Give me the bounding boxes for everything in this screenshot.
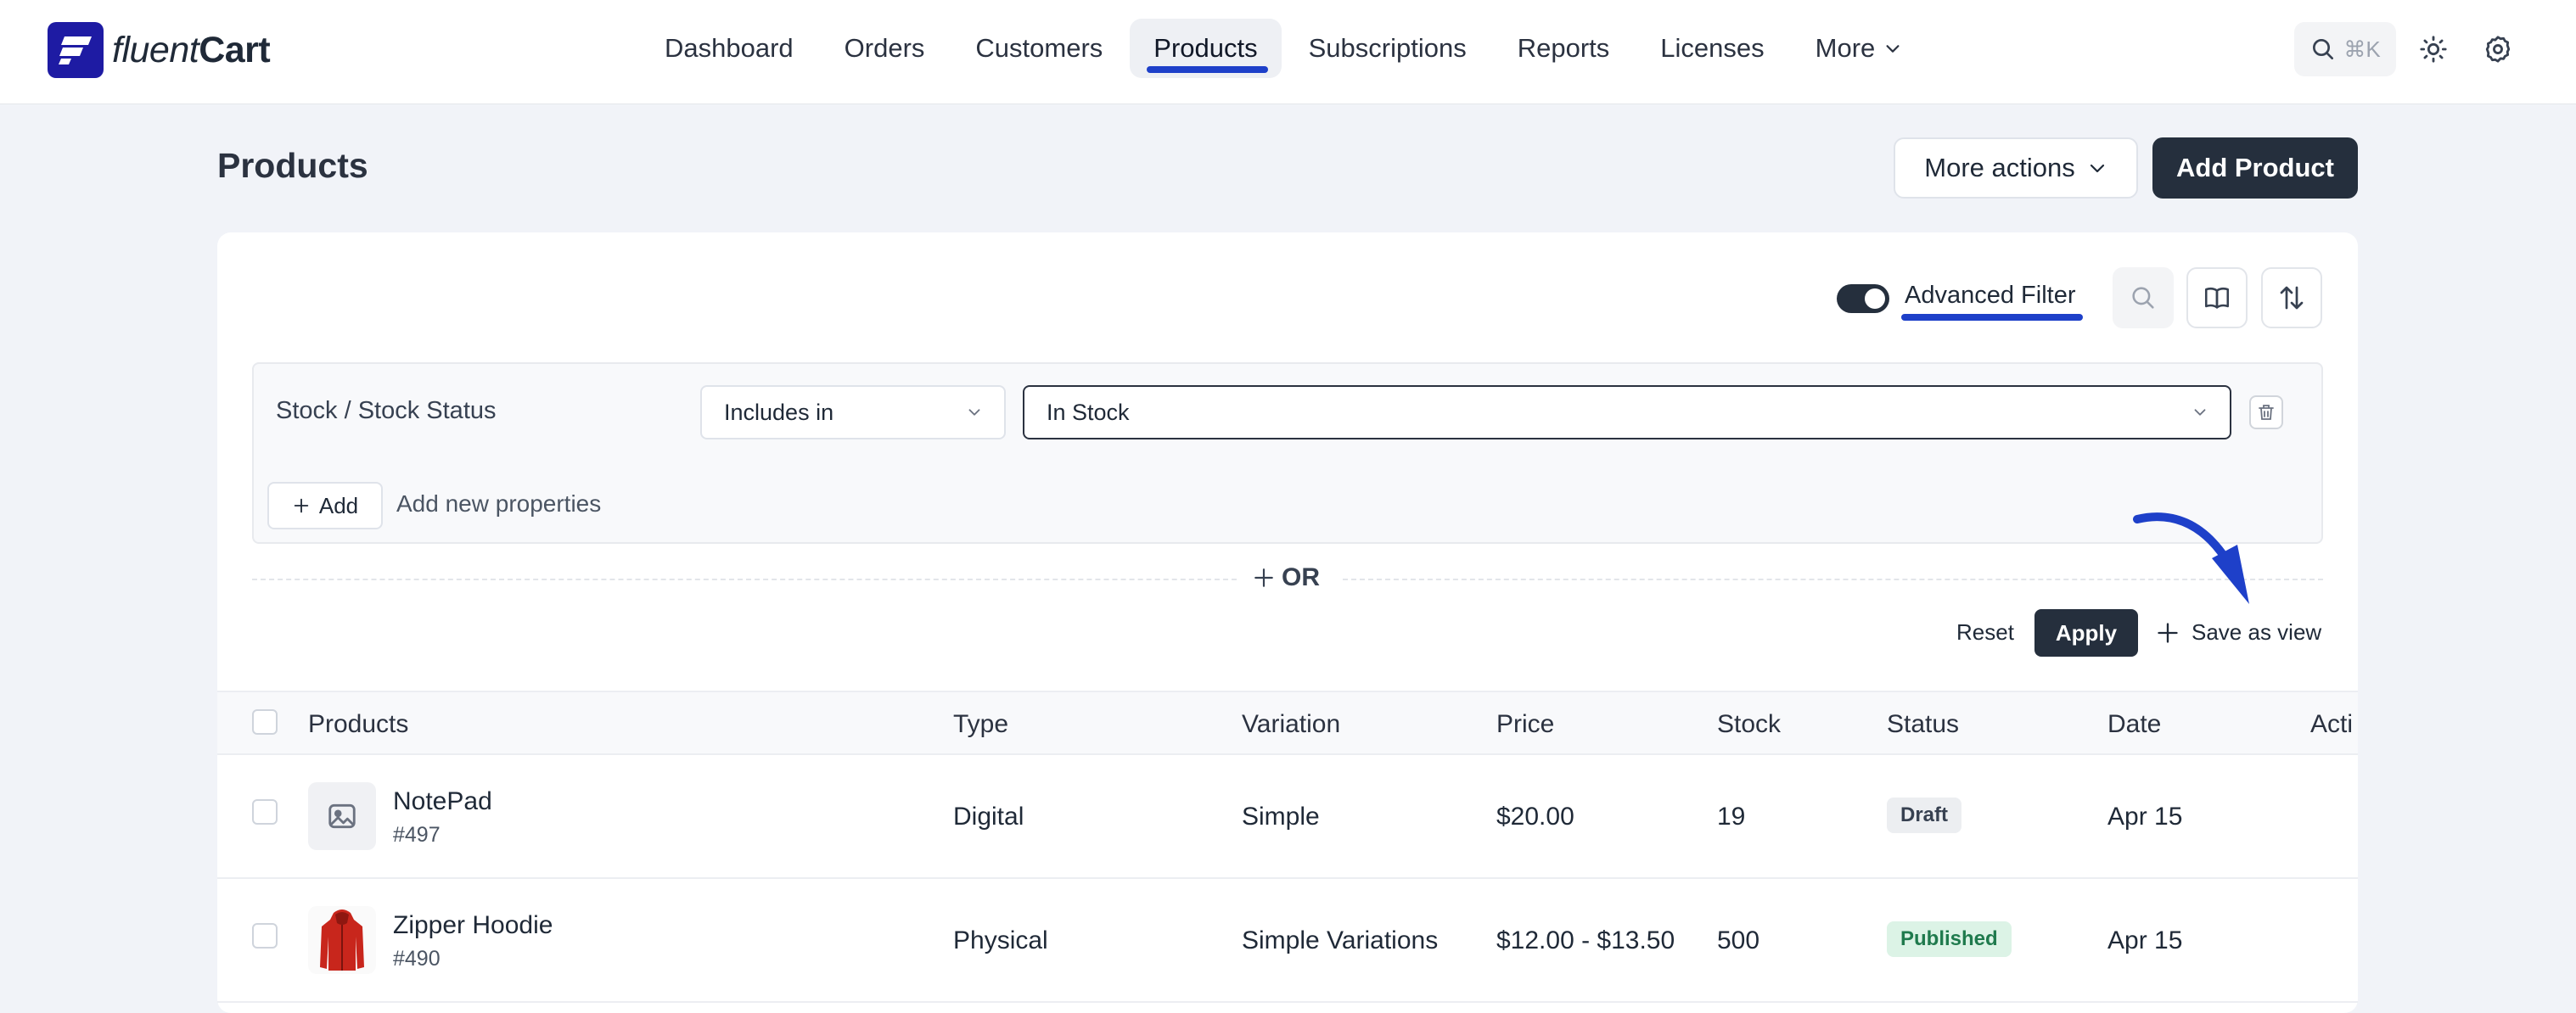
callout-arrow-icon (2133, 512, 2249, 604)
nav-customers[interactable]: Customers (951, 19, 1126, 78)
product-stock: 500 (1717, 926, 1760, 954)
apply-button[interactable]: Apply (2034, 609, 2138, 657)
logo-mark-icon (48, 22, 104, 78)
nav-reports[interactable]: Reports (1494, 19, 1634, 78)
product-price: $12.00 - $13.50 (1496, 926, 1675, 954)
product-id: #490 (393, 947, 441, 971)
filter-value-text: In Stock (1047, 399, 1130, 425)
product-thumbnail (308, 906, 376, 974)
image-placeholder-icon (328, 803, 356, 829)
top-right-tools: ⌘K (2294, 22, 2525, 76)
table-search-button[interactable] (2113, 267, 2174, 328)
chevron-down-icon (2090, 164, 2104, 173)
nav-orders[interactable]: Orders (821, 19, 949, 78)
product-date: Apr 15 (2107, 926, 2183, 954)
product-id: #497 (393, 823, 441, 847)
docs-button[interactable] (2186, 267, 2248, 328)
column-actions: Acti (2310, 710, 2354, 738)
filter-operator-value: Includes in (724, 399, 834, 425)
trash-icon (2259, 405, 2274, 420)
product-name[interactable]: NotePad (393, 787, 492, 816)
search-icon (2132, 287, 2154, 309)
sort-button[interactable] (2261, 267, 2322, 328)
status-badge: Published (1887, 921, 2012, 957)
global-search-button[interactable]: ⌘K (2294, 22, 2396, 76)
page-title: Products (217, 146, 368, 185)
nav-subscriptions[interactable]: Subscriptions (1285, 19, 1490, 78)
nav-licenses[interactable]: Licenses (1636, 19, 1787, 78)
reset-button[interactable]: Reset (1956, 619, 2014, 646)
search-icon (2313, 39, 2334, 59)
product-date: Apr 15 (2107, 803, 2183, 831)
logo-text: fluentCart (112, 29, 271, 70)
product-thumbnail (308, 782, 376, 850)
main-nav: Dashboard Orders Customers Products Subs… (641, 17, 1929, 80)
filter-operator-select[interactable]: Includes in (700, 385, 1006, 439)
chevron-down-icon (1883, 39, 1902, 58)
row-checkbox[interactable] (252, 799, 278, 825)
product-type: Digital (953, 803, 1024, 831)
add-filter-button[interactable]: Add (267, 482, 383, 529)
column-status[interactable]: Status (1887, 710, 1959, 739)
advanced-filter-highlight (1901, 314, 2083, 321)
book-open-icon (2204, 287, 2230, 309)
more-actions-label: More actions (1924, 153, 2075, 182)
sun-icon (2420, 36, 2447, 63)
column-stock[interactable]: Stock (1717, 710, 1781, 739)
chevron-down-icon (968, 409, 980, 416)
save-as-view-button[interactable]: Save as view (2156, 619, 2321, 646)
nav-dashboard[interactable]: Dashboard (641, 19, 817, 78)
nav-more-label: More (1815, 33, 1876, 63)
column-price[interactable]: Price (1496, 710, 1554, 739)
advanced-filter-toggle[interactable] (1837, 284, 1889, 313)
add-product-button[interactable]: Add Product (2152, 137, 2358, 199)
column-variation[interactable]: Variation (1242, 710, 1340, 739)
nav-products[interactable]: Products (1130, 19, 1282, 78)
plus-icon (294, 498, 309, 513)
add-filter-label: Add (318, 492, 359, 518)
nav-more[interactable]: More (1792, 19, 1927, 78)
plus-icon (2158, 622, 2178, 643)
select-all-checkbox[interactable] (252, 709, 278, 735)
save-as-view-label: Save as view (2192, 619, 2322, 645)
column-date[interactable]: Date (2107, 710, 2161, 739)
filter-value-select[interactable]: In Stock (1023, 385, 2231, 439)
product-price: $20.00 (1496, 803, 1574, 831)
product-variation: Simple Variations (1242, 926, 1439, 954)
chevron-down-icon (2194, 409, 2206, 416)
sort-arrows-icon (2280, 286, 2304, 310)
row-checkbox[interactable] (252, 923, 278, 949)
top-navbar: fluentCart Dashboard Orders Customers Pr… (0, 0, 2576, 104)
status-badge: Draft (1887, 798, 1962, 833)
product-variation: Simple (1242, 803, 1320, 831)
fluentcart-logo[interactable]: fluentCart (48, 22, 271, 78)
product-name[interactable]: Zipper Hoodie (393, 911, 553, 940)
plus-icon (1254, 568, 1273, 587)
hoodie-image (320, 909, 364, 971)
column-products[interactable]: Products (308, 710, 408, 739)
or-label: OR (1282, 563, 1320, 591)
search-shortcut: ⌘K (2343, 36, 2381, 62)
settings-button[interactable] (2471, 22, 2525, 76)
product-stock: 19 (1717, 803, 1746, 831)
advanced-filter-label[interactable]: Advanced Filter (1905, 282, 2076, 310)
add-or-group-button[interactable]: OR (1253, 563, 1320, 592)
column-type[interactable]: Type (953, 710, 1008, 739)
gear-icon (2485, 36, 2511, 63)
or-divider-left (252, 579, 1237, 580)
add-new-properties-hint: Add new properties (396, 490, 602, 517)
filter-property-label: Stock / Stock Status (276, 397, 497, 424)
theme-toggle-button[interactable] (2406, 22, 2461, 76)
product-type: Physical (953, 926, 1048, 954)
remove-filter-button[interactable] (2249, 395, 2283, 429)
more-actions-button[interactable]: More actions (1894, 137, 2138, 199)
